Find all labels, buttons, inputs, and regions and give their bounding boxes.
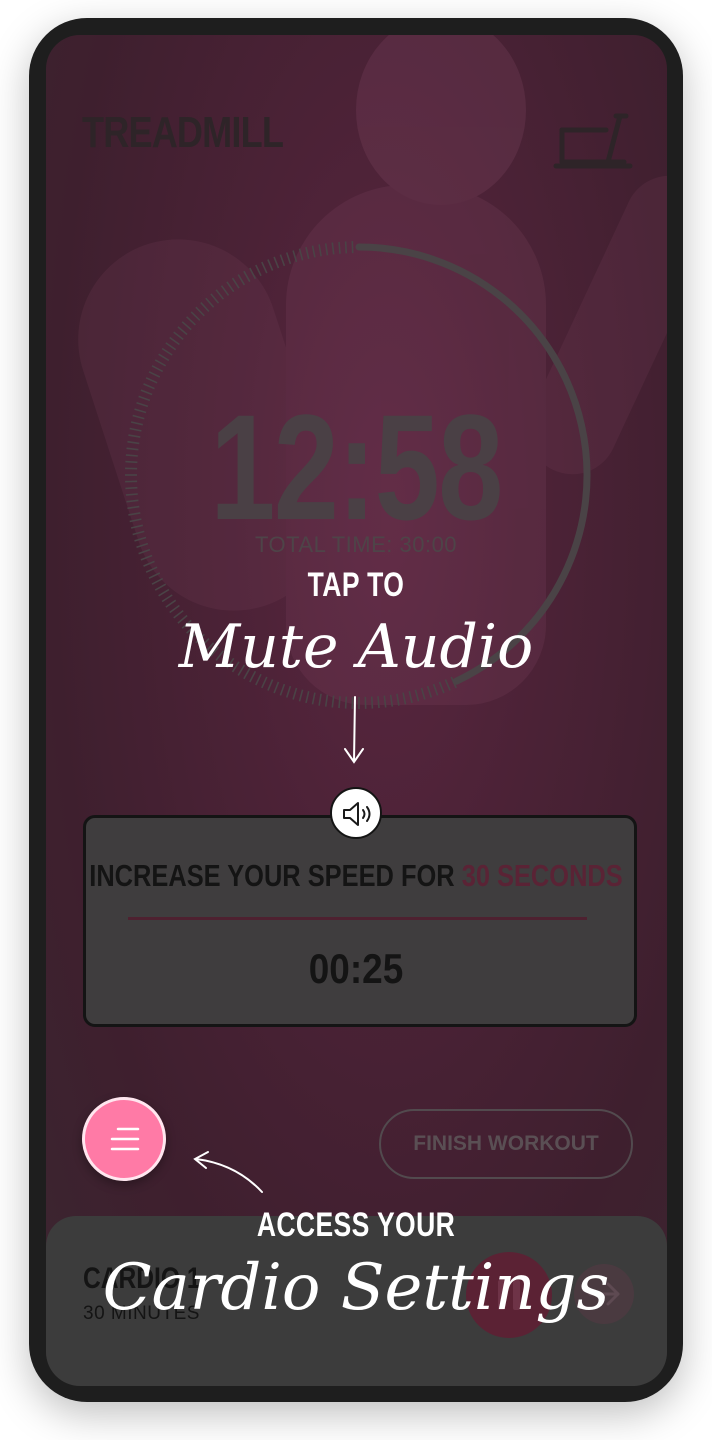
ring-tick bbox=[173, 331, 184, 341]
ring-tick bbox=[305, 691, 310, 704]
interval-countdown: 00:25 bbox=[308, 945, 404, 992]
ring-tick bbox=[158, 353, 170, 362]
ring-tick bbox=[177, 326, 188, 336]
ring-tick bbox=[383, 695, 387, 708]
ring-tick bbox=[305, 246, 310, 259]
ring-tick bbox=[377, 696, 380, 709]
ring-tick bbox=[190, 311, 201, 321]
menu-lines-icon bbox=[110, 1127, 140, 1151]
ring-tick bbox=[331, 242, 335, 255]
ring-tick bbox=[169, 336, 180, 346]
ring-tick bbox=[324, 694, 329, 707]
interval-message-text: INCREASE YOUR SPEED FOR bbox=[89, 858, 462, 893]
ring-tick bbox=[324, 243, 329, 256]
ring-tick bbox=[273, 681, 280, 694]
speaker-icon bbox=[343, 802, 371, 826]
ring-tick bbox=[331, 695, 335, 708]
interval-divider bbox=[128, 917, 587, 920]
ring-tick bbox=[220, 285, 230, 296]
ring-tick bbox=[279, 683, 286, 696]
treadmill-icon bbox=[553, 113, 633, 169]
ring-tick bbox=[298, 248, 304, 261]
ring-tick bbox=[285, 252, 292, 265]
settings-annotation-caption: ACCESS YOUR bbox=[256, 1206, 456, 1244]
finish-workout-button[interactable]: FINISH WORKOUT bbox=[379, 1109, 633, 1179]
total-time-label: TOTAL TIME: 30:00 bbox=[254, 532, 458, 557]
ring-tick bbox=[181, 321, 192, 331]
settings-annotation-script: Cardio Settings bbox=[102, 1251, 610, 1325]
cardio-settings-button[interactable] bbox=[82, 1097, 166, 1181]
ring-tick bbox=[186, 316, 196, 326]
ring-tick bbox=[414, 689, 420, 702]
ring-tick bbox=[279, 254, 286, 267]
ring-tick bbox=[215, 289, 225, 300]
ring-tick bbox=[231, 277, 240, 289]
ring-tick bbox=[243, 270, 251, 283]
ring-tick bbox=[200, 302, 210, 312]
ring-tick bbox=[432, 683, 439, 696]
ring-tick bbox=[408, 691, 413, 704]
ring-tick bbox=[154, 359, 167, 367]
mute-annotation-script: Mute Audio bbox=[178, 612, 534, 682]
ring-tick bbox=[438, 681, 445, 694]
ring-tick bbox=[285, 685, 292, 698]
ring-tick bbox=[261, 261, 268, 274]
timer-remaining: 12:58 bbox=[210, 383, 503, 551]
arrow-down-icon bbox=[344, 696, 364, 764]
ring-tick bbox=[292, 250, 298, 263]
interval-message: INCREASE YOUR SPEED FOR 30 SECONDS bbox=[64, 858, 648, 894]
ring-tick bbox=[311, 245, 316, 258]
ring-tick bbox=[396, 693, 400, 706]
ring-tick bbox=[145, 377, 158, 384]
ring-tick bbox=[420, 687, 426, 700]
ring-tick bbox=[273, 256, 280, 269]
ring-tick bbox=[161, 347, 173, 356]
ring-tick bbox=[148, 371, 161, 378]
ring-tick bbox=[205, 297, 215, 308]
ring-tick bbox=[298, 689, 304, 702]
ring-tick bbox=[210, 293, 220, 304]
ring-tick bbox=[151, 365, 164, 373]
ring-tick bbox=[292, 687, 298, 700]
ring-tick bbox=[165, 342, 177, 351]
ring-tick bbox=[249, 267, 257, 280]
ring-tick bbox=[267, 259, 274, 271]
interval-highlight: 30 SECONDS bbox=[461, 858, 623, 893]
mute-annotation-caption: TAP TO bbox=[307, 566, 405, 604]
ring-tick bbox=[389, 694, 394, 707]
ring-tick bbox=[195, 306, 205, 317]
ring-tick bbox=[402, 692, 407, 705]
ring-tick bbox=[226, 281, 235, 293]
ring-tick bbox=[338, 241, 341, 254]
interval-card bbox=[83, 815, 637, 1027]
page-title: TREADMILL bbox=[82, 108, 284, 157]
ring-tick bbox=[426, 685, 433, 698]
ring-tick bbox=[311, 692, 316, 705]
ring-tick bbox=[237, 274, 246, 286]
ring-tick bbox=[318, 693, 322, 706]
arrow-left-icon bbox=[193, 1151, 263, 1193]
ring-tick bbox=[255, 264, 262, 277]
ring-tick bbox=[143, 383, 155, 390]
ring-tick bbox=[344, 241, 348, 254]
mute-audio-button[interactable] bbox=[330, 787, 382, 839]
ring-tick bbox=[318, 244, 322, 257]
